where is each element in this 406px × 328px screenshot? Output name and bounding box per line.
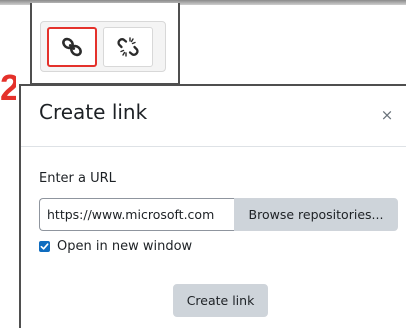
open-new-window-label: Open in new window — [57, 239, 193, 254]
create-link-dialog: Create link × Enter a URL https://www.mi… — [19, 84, 406, 328]
unlink-icon — [117, 37, 139, 57]
create-link-button[interactable]: Create link — [173, 284, 268, 317]
close-button[interactable]: × — [378, 106, 396, 124]
close-icon: × — [380, 106, 394, 124]
step-marker: 2 — [0, 70, 16, 106]
unlink-button[interactable] — [103, 27, 153, 67]
checkmark-icon — [40, 243, 49, 250]
url-input[interactable]: https://www.microsoft.com — [39, 198, 235, 231]
link-button[interactable] — [47, 27, 97, 67]
dialog-header: Create link × — [21, 86, 406, 147]
url-label: Enter a URL — [39, 171, 116, 186]
link-icon — [62, 37, 82, 57]
open-new-window-option[interactable]: Open in new window — [39, 239, 192, 254]
link-tool-group — [40, 21, 166, 72]
browse-repositories-button[interactable]: Browse repositories... — [234, 198, 398, 231]
dialog-title: Create link — [39, 100, 148, 124]
open-new-window-checkbox[interactable] — [39, 241, 50, 252]
editor-toolbar — [30, 3, 180, 85]
